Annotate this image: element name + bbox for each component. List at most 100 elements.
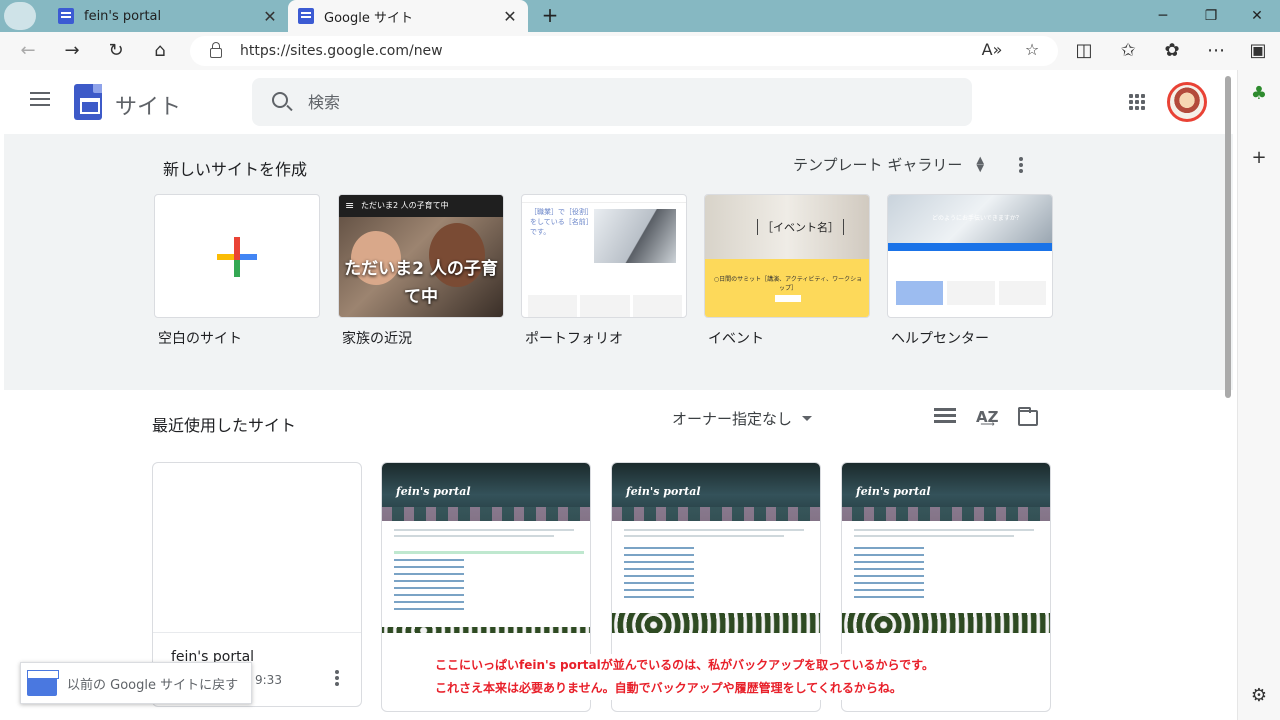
template-portfolio[interactable]: ［職業］で［役割］をしている［名前］です。 ポートフォリオ <box>521 194 687 348</box>
page-scrollbar[interactable] <box>1225 76 1231 398</box>
template-help-center[interactable]: どのようにお手伝いできますか？ ヘルプセンター <box>887 194 1053 348</box>
template-label: 空白のサイト <box>158 331 242 347</box>
thumb-blue-bar <box>888 243 1052 251</box>
thumb-link-list <box>854 547 924 603</box>
thumb-divider <box>394 551 584 554</box>
search-input[interactable] <box>308 78 948 126</box>
lock-icon[interactable] <box>210 42 222 58</box>
minimize-button[interactable]: ─ <box>1140 0 1186 32</box>
classic-sites-toast[interactable]: 以前の Google サイトに戻す <box>20 662 252 704</box>
close-tab-icon[interactable]: ✕ <box>262 7 278 26</box>
dropdown-caret-icon[interactable] <box>802 416 813 421</box>
thumb-event-title: ［イベント名］ <box>757 219 844 235</box>
list-view-icon[interactable] <box>934 406 956 428</box>
toast-text[interactable]: 以前の Google サイトに戻す <box>67 674 238 693</box>
main-menu-icon[interactable] <box>30 92 50 108</box>
classic-sites-icon <box>27 670 59 696</box>
template-family[interactable]: ただいま2 人の子育て中 ただいま2 人の子育て中 家族の近況 <box>338 194 504 348</box>
google-sites-page: サイト 新しいサイトを作成 テンプレート ギャラリー ▲▼ <box>4 70 1233 720</box>
read-aloud-icon[interactable]: A» <box>978 36 1006 64</box>
recent-sites-title: 最近使用したサイト <box>152 416 297 435</box>
sites-logo-icon[interactable] <box>74 84 102 120</box>
owner-filter-dropdown[interactable]: オーナー指定なし <box>672 408 813 429</box>
account-avatar[interactable] <box>1167 82 1207 122</box>
site-more-options-icon[interactable] <box>335 670 339 686</box>
browser-tab-bar: fein's portal ✕ Google サイト ✕ + ─ ❐ ✕ <box>0 0 1280 32</box>
thumb-logo: fein's portal <box>396 485 471 498</box>
thumb-navbar <box>522 195 686 203</box>
thumb-hero-text: どのようにお手伝いできますか？ <box>932 215 1022 222</box>
thumb-flowers <box>382 627 590 633</box>
sort-az-icon[interactable]: A͢Z <box>976 406 999 428</box>
red-annotation: ここにいっぱいfein's portalが並んでいるのは、私がバックアップを取っ… <box>435 654 934 700</box>
template-thumbnail[interactable]: ［イベント名］ ○日間のサミット［講演、アクティビティ、ワークショップ］ <box>704 194 870 318</box>
sites-favicon-icon <box>58 8 74 24</box>
google-apps-icon[interactable] <box>1129 94 1145 110</box>
template-label: イベント <box>708 331 764 347</box>
sidebar-toggle-icon[interactable]: ▣ <box>1244 37 1272 65</box>
template-label: ポートフォリオ <box>525 331 623 347</box>
favorite-star-icon[interactable]: ☆ <box>1018 36 1046 64</box>
browser-profile-icon[interactable] <box>4 2 36 30</box>
site-thumbnail[interactable]: fein's portal <box>382 463 590 633</box>
browser-tab-active[interactable]: Google サイト ✕ <box>288 0 528 32</box>
new-tab-button[interactable]: + <box>538 4 562 28</box>
site-thumbnail[interactable] <box>153 463 361 633</box>
back-arrow-icon[interactable]: ← <box>14 37 42 65</box>
home-icon[interactable]: ⌂ <box>146 37 174 65</box>
favorites-icon[interactable]: ✩ <box>1114 37 1142 65</box>
address-bar[interactable]: https://sites.google.com/new <box>190 36 1058 66</box>
template-thumbnail[interactable]: ただいま2 人の子育て中 ただいま2 人の子育て中 <box>338 194 504 318</box>
refresh-icon[interactable]: ↻ <box>102 37 130 65</box>
search-bar[interactable] <box>252 78 972 126</box>
thumb-flowers <box>612 613 820 633</box>
plus-icon <box>217 237 257 277</box>
owner-filter-label[interactable]: オーナー指定なし <box>672 408 792 429</box>
settings-gear-icon[interactable]: ⚙ <box>1247 684 1271 708</box>
thumb-link-list <box>624 547 694 603</box>
thumb-text-line <box>624 529 804 531</box>
search-icon[interactable] <box>272 92 288 108</box>
template-event[interactable]: ［イベント名］ ○日間のサミット［講演、アクティビティ、ワークショップ］ イベン… <box>704 194 870 348</box>
template-label: 家族の近況 <box>342 331 412 347</box>
forward-arrow-icon[interactable]: → <box>58 37 86 65</box>
site-opened-time: 9:33 <box>255 673 282 687</box>
template-gallery-toggle[interactable]: テンプレート ギャラリー ▲ ▼ <box>793 154 984 175</box>
thumb-link-list <box>394 559 464 615</box>
url-text[interactable]: https://sites.google.com/new <box>240 43 443 59</box>
thumb-hero-text: ○日間のサミット［講演、アクティビティ、ワークショップ］ <box>713 276 863 292</box>
extensions-icon[interactable]: ✿ <box>1158 37 1186 65</box>
tree-extension-icon[interactable]: ♣ <box>1247 82 1271 106</box>
thumb-hero-text: ただいま2 人の子育て中 <box>344 259 498 307</box>
template-thumbnail[interactable]: どのようにお手伝いできますか？ <box>887 194 1053 318</box>
add-sidebar-icon[interactable]: + <box>1247 146 1271 170</box>
template-thumbnail[interactable]: ［職業］で［役割］をしている［名前］です。 <box>521 194 687 318</box>
site-thumbnail[interactable]: fein's portal <box>842 463 1050 633</box>
thumb-logo: fein's portal <box>856 485 931 498</box>
split-screen-icon[interactable]: ◫ <box>1070 37 1098 65</box>
restore-button[interactable]: ❐ <box>1188 0 1234 32</box>
template-blank[interactable]: 空白のサイト <box>154 194 320 348</box>
more-options-icon[interactable] <box>1019 157 1023 173</box>
annotation-line-2: これさえ本来は必要ありません。自動でバックアップや履歴管理をしてくれるからね。 <box>435 681 902 695</box>
close-window-button[interactable]: ✕ <box>1234 0 1280 32</box>
unfold-icon[interactable]: ▲ ▼ <box>976 155 984 173</box>
create-section-title: 新しいサイトを作成 <box>163 160 308 179</box>
thumb-hero-text: ［職業］で［役割］をしている［名前］です。 <box>530 208 593 236</box>
site-thumbnail[interactable]: fein's portal <box>612 463 820 633</box>
more-menu-icon[interactable]: ⋯ <box>1202 37 1230 65</box>
browser-toolbar: ← → ↻ ⌂ https://sites.google.com/new A» … <box>0 32 1280 70</box>
thumb-boxes <box>528 295 682 317</box>
thumb-flowers <box>842 613 1050 633</box>
close-tab-icon[interactable]: ✕ <box>502 7 518 26</box>
template-thumbnail[interactable] <box>154 194 320 318</box>
browser-tab[interactable]: fein's portal ✕ <box>48 0 288 32</box>
annotation-line-1: ここにいっぱいfein's portalが並んでいるのは、私がバックアップを取っ… <box>435 658 934 672</box>
thumb-navbar: ただいま2 人の子育て中 <box>339 195 503 217</box>
thumb-button <box>775 295 801 302</box>
thumb-text-line <box>394 535 554 537</box>
app-name: サイト <box>115 95 182 120</box>
open-file-picker-icon[interactable] <box>1018 407 1038 426</box>
template-gallery-label[interactable]: テンプレート ギャラリー <box>793 154 962 175</box>
thumb-logo: fein's portal <box>626 485 701 498</box>
